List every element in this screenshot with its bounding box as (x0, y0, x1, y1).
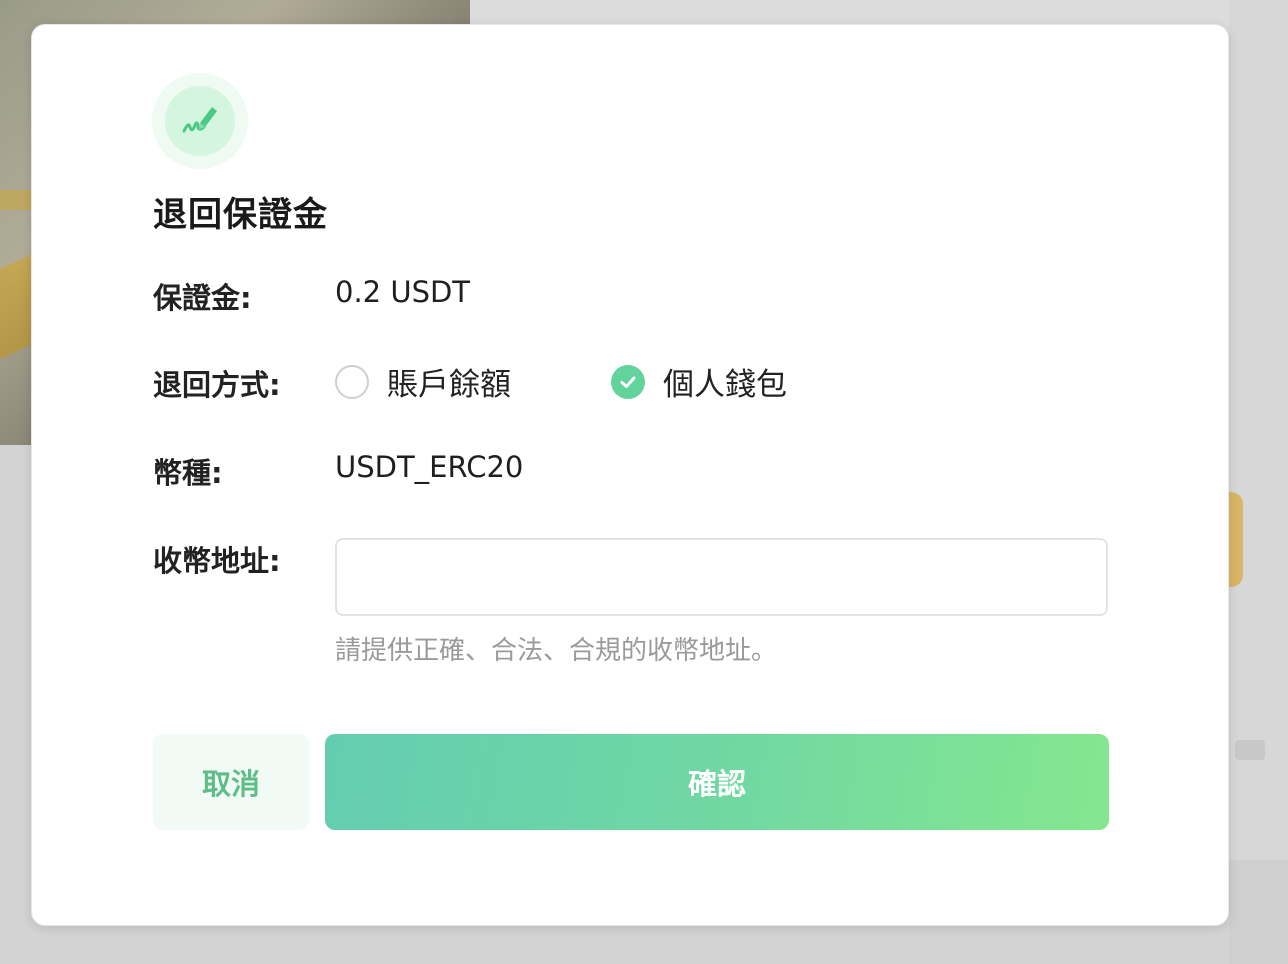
signature-pen-icon (182, 107, 217, 133)
radio-unchecked-icon[interactable] (335, 364, 369, 399)
deposit-label: 保證金: (153, 281, 252, 315)
checkmark-icon (620, 376, 636, 388)
background-element (1235, 740, 1265, 760)
dialog-title: 退回保證金 (153, 195, 328, 235)
radio-label-personal-wallet[interactable]: 個人錢包 (663, 359, 787, 404)
cancel-button[interactable]: 取消 (153, 734, 309, 830)
background-element (1229, 860, 1288, 964)
refund-deposit-dialog: 退回保證金 保證金: 0.2 USDT 退回方式: 賬戶餘額 個人錢包 幣種: … (31, 24, 1229, 926)
address-hint: 請提供正確、合法、合規的收幣地址。 (335, 636, 778, 666)
receive-address-input[interactable] (335, 538, 1108, 616)
deposit-value: 0.2 USDT (335, 275, 471, 309)
confirm-button[interactable]: 確認 (325, 734, 1109, 830)
radio-account-balance[interactable]: 賬戶餘額 (335, 359, 511, 404)
radio-personal-wallet[interactable]: 個人錢包 (611, 359, 787, 404)
radio-label-account-balance[interactable]: 賬戶餘額 (387, 359, 511, 404)
refund-method-label: 退回方式: (153, 368, 281, 402)
currency-value: USDT_ERC20 (335, 450, 524, 484)
currency-label: 幣種: (153, 456, 223, 490)
receive-address-label: 收幣地址: (153, 544, 281, 578)
dialog-icon-badge (152, 73, 248, 169)
background-side-panel (1229, 0, 1288, 964)
radio-checked-icon[interactable] (611, 364, 645, 399)
icon-inner-circle (165, 86, 235, 156)
